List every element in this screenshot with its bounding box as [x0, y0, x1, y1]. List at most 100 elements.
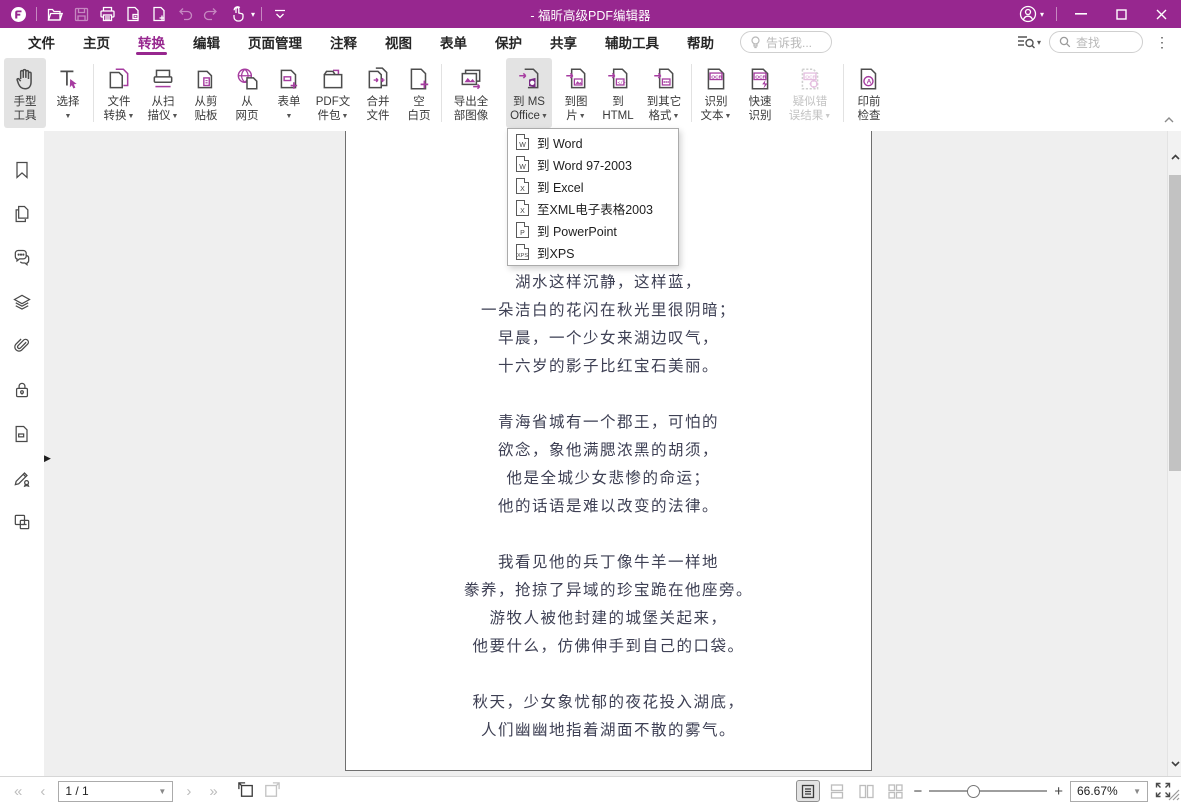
from-clipboard-button[interactable]: 从剪 贴板 — [185, 58, 227, 128]
undo-icon[interactable] — [173, 3, 197, 25]
preflight-button[interactable]: A 印前 检查 — [847, 58, 891, 128]
next-view-button[interactable] — [263, 781, 281, 801]
previous-view-button[interactable] — [237, 781, 255, 801]
menu-item-to-xps[interactable]: XPS 到XPS — [508, 241, 678, 263]
touch-mode-caret[interactable]: ▾ — [251, 10, 255, 19]
zoom-level-combobox[interactable]: 66.67% ▼ — [1070, 780, 1148, 802]
pdf-portfolio-button[interactable]: PDF文 件包 ▼ — [310, 58, 356, 128]
zoom-out-button[interactable]: − — [913, 784, 922, 799]
minimize-button[interactable] — [1061, 0, 1101, 28]
hand-tool-button[interactable]: 手型 工具 — [4, 58, 46, 128]
save-icon[interactable] — [69, 3, 93, 25]
pages-icon[interactable] — [11, 203, 33, 225]
maximize-button[interactable] — [1101, 0, 1141, 28]
export-images-icon — [458, 63, 484, 95]
continuous-view-button[interactable] — [826, 781, 848, 801]
zoom-slider-knob[interactable] — [966, 784, 980, 798]
tab-organize[interactable]: 页面管理 — [234, 28, 316, 56]
search-filter-button[interactable]: ▾ — [1017, 35, 1041, 49]
fields-icon[interactable] — [11, 511, 33, 533]
facing-view-button[interactable] — [855, 781, 877, 801]
scroll-down-icon[interactable] — [1168, 756, 1181, 772]
tab-view[interactable]: 视图 — [371, 28, 426, 56]
blank-page-button[interactable]: 空 白页 — [399, 58, 439, 128]
form-page-icon — [276, 63, 302, 95]
file-convert-button[interactable]: 文件 转换 ▼ — [97, 58, 141, 128]
facing-continuous-view-button[interactable] — [884, 781, 906, 801]
print-icon[interactable] — [95, 3, 119, 25]
tab-form[interactable]: 表单 — [426, 28, 481, 56]
destinations-icon[interactable] — [11, 423, 33, 445]
resize-grip[interactable] — [1164, 785, 1180, 804]
export-page-icon[interactable] — [121, 3, 145, 25]
form-button[interactable]: 表单 ▼ — [268, 58, 310, 128]
portfolio-folder-icon — [320, 63, 346, 95]
first-page-button[interactable]: « — [0, 784, 31, 799]
menu-item-to-word97[interactable]: W到 Word 97-2003 — [508, 153, 678, 175]
last-page-button[interactable]: » — [200, 784, 226, 799]
export-all-images-button[interactable]: 导出全 部图像 — [445, 58, 497, 128]
tab-home[interactable]: 主页 — [69, 28, 124, 56]
security-icon[interactable] — [11, 379, 33, 401]
tab-edit[interactable]: 编辑 — [179, 28, 234, 56]
collapse-ribbon-button[interactable] — [1163, 111, 1175, 129]
find-input[interactable]: 查找 — [1049, 31, 1143, 53]
vertical-scrollbar[interactable] — [1167, 131, 1181, 776]
touch-mode-icon[interactable] — [225, 3, 249, 25]
more-options-icon[interactable]: ⋮ — [1151, 34, 1173, 51]
comments-icon[interactable] — [11, 247, 33, 269]
ribbon-group-divider — [93, 64, 94, 122]
clipboard-icon — [193, 63, 219, 95]
quick-ocr-button[interactable]: OCR 快速 识别 — [739, 58, 781, 128]
tab-comment[interactable]: 注释 — [316, 28, 371, 56]
tab-convert[interactable]: 转换 — [124, 28, 179, 56]
menu-item-to-xml-spreadsheet[interactable]: X 至XML电子表格2003 — [508, 197, 678, 219]
to-other-formats-button[interactable]: 到其它 格式 ▼ — [640, 58, 688, 128]
tell-me-input[interactable]: 告诉我... — [740, 31, 832, 53]
panel-expand-handle[interactable]: ▶ — [44, 449, 54, 467]
to-html-button[interactable]: </> 到 HTML — [597, 58, 639, 128]
account-menu[interactable]: ▾ — [1011, 5, 1052, 23]
menu-item-to-word[interactable]: W到 Word — [508, 131, 678, 153]
signature-icon[interactable] — [11, 467, 33, 489]
menu-item-to-excel[interactable]: X到 Excel — [508, 175, 678, 197]
tab-help[interactable]: 帮助 — [673, 28, 728, 56]
hand-icon — [12, 63, 38, 95]
bookmark-icon[interactable] — [11, 159, 33, 181]
menu-item-to-powerpoint[interactable]: P到 PowerPoint — [508, 219, 678, 241]
previous-page-button[interactable]: ‹ — [31, 784, 54, 799]
close-button[interactable] — [1141, 0, 1181, 28]
tab-share[interactable]: 共享 — [536, 28, 591, 56]
new-page-icon[interactable] — [147, 3, 171, 25]
single-page-view-button[interactable] — [796, 780, 821, 802]
tab-accessibility[interactable]: 辅助工具 — [591, 28, 673, 56]
zoom-in-button[interactable]: + — [1054, 784, 1063, 799]
blank-page-icon — [406, 63, 432, 95]
layers-icon[interactable] — [11, 291, 33, 313]
search-filter-caret-icon: ▾ — [1036, 37, 1041, 47]
customize-toolbar-icon[interactable] — [268, 3, 292, 25]
combine-files-button[interactable]: 合并 文件 — [357, 58, 399, 128]
word-file-icon: W — [516, 134, 529, 150]
page-number-combobox[interactable]: 1 / 1 ▼ — [58, 780, 174, 802]
attachments-icon[interactable] — [11, 335, 33, 357]
scrollbar-thumb[interactable] — [1169, 175, 1181, 471]
open-folder-icon[interactable] — [43, 3, 67, 25]
preflight-icon: A — [856, 63, 882, 95]
to-image-button[interactable]: 到图 片 ▼ — [556, 58, 596, 128]
next-page-button[interactable]: › — [177, 784, 200, 799]
from-scanner-button[interactable]: 从扫 描仪 ▼ — [141, 58, 185, 128]
select-tool-button[interactable]: 选择 ▼ — [47, 58, 89, 128]
scroll-up-icon[interactable] — [1168, 149, 1181, 165]
tab-file[interactable]: 文件 — [14, 28, 69, 56]
to-ms-office-button[interactable]: 到 MS Office ▼ — [506, 58, 552, 128]
ocr-recognize-text-button[interactable]: OCR 识别 文本 ▼ — [695, 58, 737, 128]
zoom-slider[interactable] — [929, 781, 1048, 801]
zoom-slider-track — [929, 790, 1048, 792]
combine-files-icon — [365, 63, 391, 95]
from-web-button[interactable]: 从 网页 — [227, 58, 267, 128]
redo-icon[interactable] — [199, 3, 223, 25]
user-icon — [1019, 5, 1037, 23]
tab-protect[interactable]: 保护 — [481, 28, 536, 56]
search-list-icon — [1017, 36, 1035, 49]
